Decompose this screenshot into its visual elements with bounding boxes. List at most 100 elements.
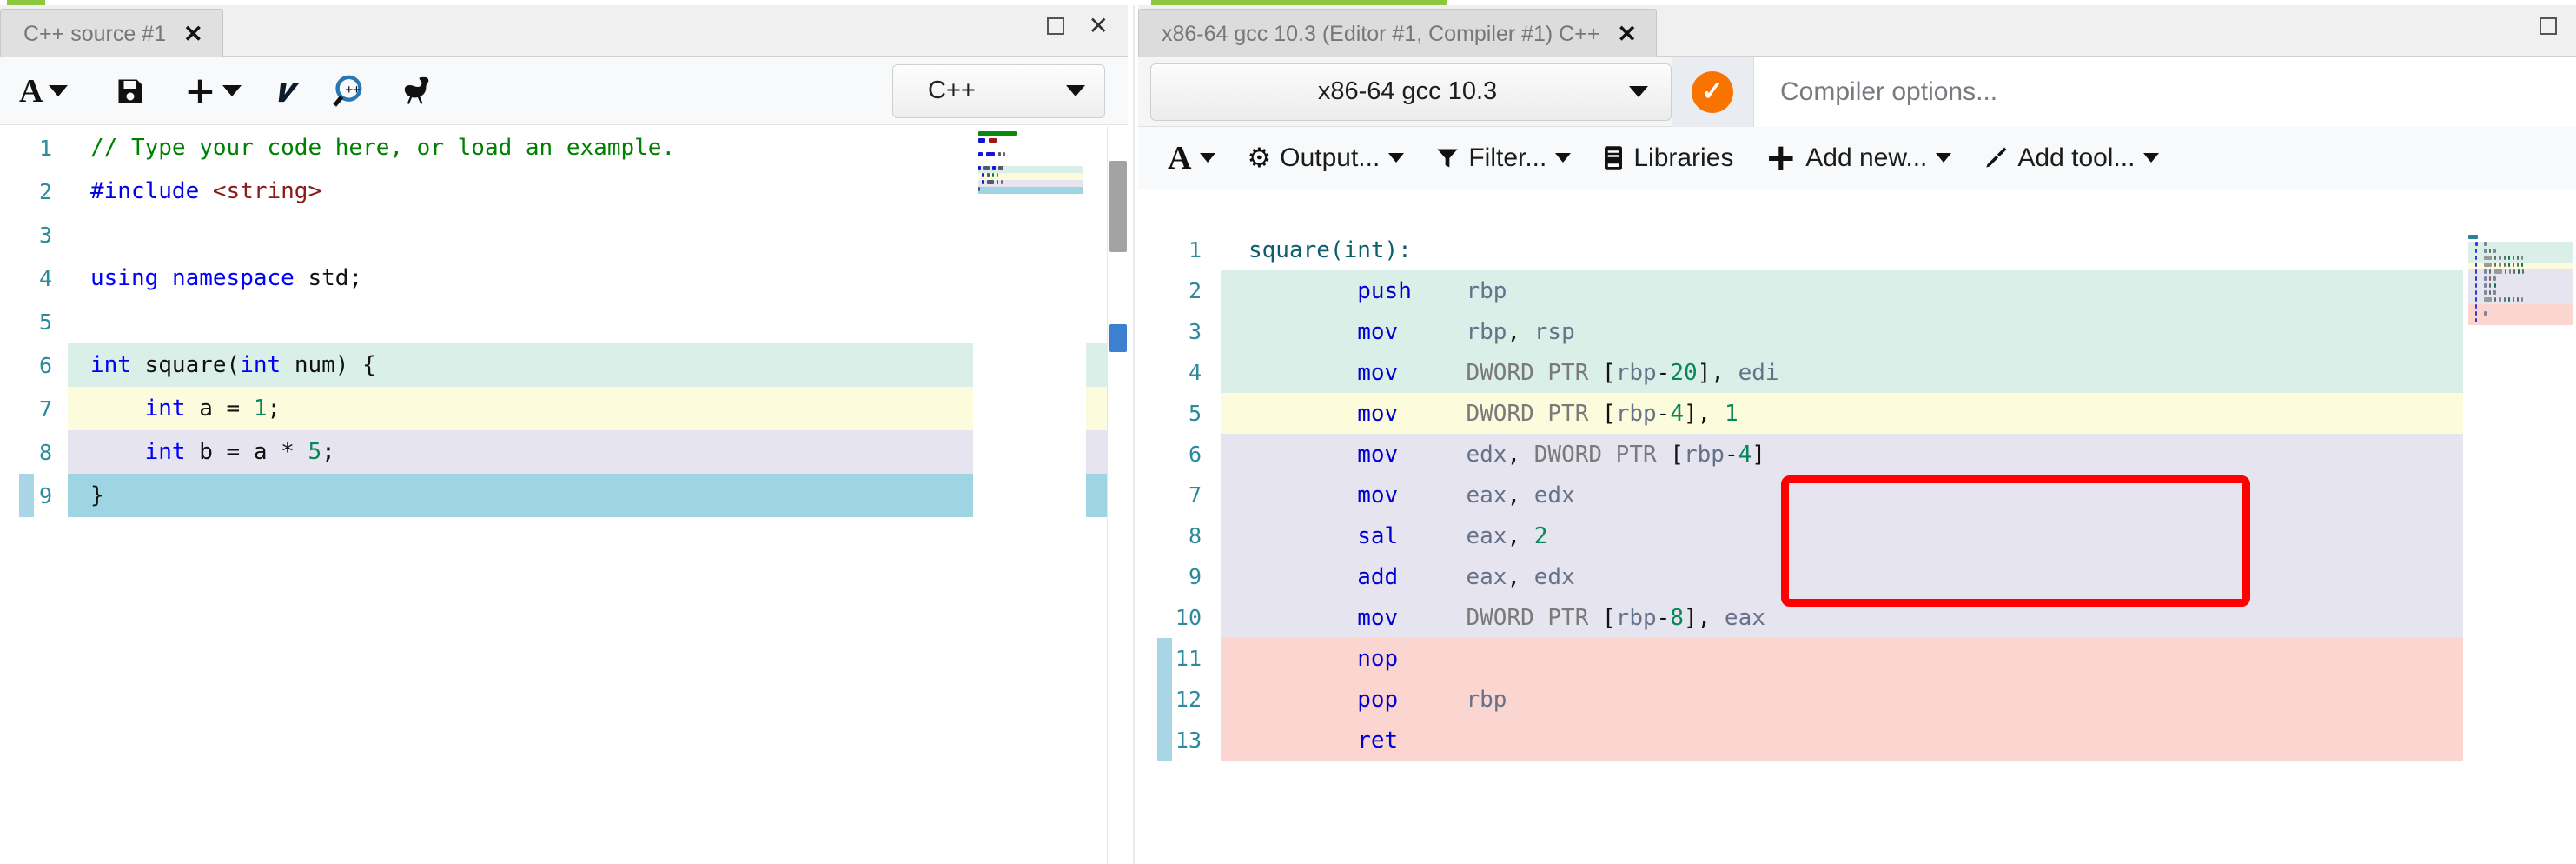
compiler-options-input[interactable] [1753, 56, 2576, 127]
tab-label: C++ source #1 [23, 21, 166, 46]
minimap-token [2522, 269, 2525, 274]
status-badge[interactable]: ✓ [1672, 56, 1753, 127]
code-line[interactable]: 7 int a = 1; [0, 387, 1128, 430]
quickbench-button[interactable] [400, 73, 436, 110]
vim-v-icon: 𝒗 [276, 73, 295, 109]
chevron-down-icon [1555, 153, 1572, 163]
code-line[interactable]: 3 mov rbp, rsp [1138, 311, 2576, 352]
panel-divider[interactable] [1133, 5, 1135, 864]
add-new-button-label: Add new... [1805, 143, 1928, 172]
compiler-selection-row: x86-64 gcc 10.3 ✓ [1138, 56, 2576, 127]
language-select[interactable]: C++ [892, 63, 1105, 118]
minimap-token [2512, 263, 2514, 267]
cppreference-search-button[interactable]: ++ [332, 73, 368, 110]
chevron-down-icon [1200, 153, 1216, 163]
close-icon[interactable]: ✕ [1089, 14, 1109, 38]
assembly-output[interactable]: 1 square(int): 2 push rbp 3 mov rbp, rsp 4 m… [1138, 229, 2576, 864]
scrollbar-marker[interactable] [1109, 324, 1127, 352]
code-line[interactable]: 12 pop rbp [1138, 679, 2576, 720]
maximize-icon[interactable] [2540, 17, 2557, 35]
compiler-select-value: x86-64 gcc 10.3 [1317, 77, 1498, 105]
add-button[interactable]: + [184, 71, 242, 110]
plus-icon: + [1765, 135, 1798, 180]
libraries-button[interactable]: Libraries [1586, 127, 1749, 189]
line-number: 9 [1188, 564, 1202, 589]
line-content: square(int): [1248, 236, 1412, 263]
code-line[interactable]: 4 using namespace std; [0, 256, 1128, 300]
minimap-token [2484, 311, 2487, 316]
code-line[interactable]: 11 nop [1138, 638, 2576, 679]
font-size-button[interactable]: A [1152, 127, 1231, 189]
code-line[interactable]: 2 #include <string> [0, 169, 1128, 213]
tab-compiler-1[interactable]: x86-64 gcc 10.3 (Editor #1, Compiler #1)… [1138, 9, 1658, 58]
line-number: 4 [38, 265, 52, 291]
check-circle-icon: ✓ [1692, 70, 1733, 113]
add-tool-button[interactable]: Add tool... [1967, 127, 2175, 189]
line-number: 1 [38, 135, 52, 161]
save-button[interactable] [115, 76, 146, 107]
line-number: 2 [38, 178, 52, 204]
code-line[interactable]: 6 mov edx, DWORD PTR [rbp-4] [1138, 434, 2576, 475]
code-line[interactable]: 8 int b = a * 5; [0, 430, 1128, 474]
line-content: ret [1357, 727, 1399, 754]
compiler-tabbar: x86-64 gcc 10.3 (Editor #1, Compiler #1)… [1138, 5, 2576, 58]
minimap-token [2498, 263, 2501, 267]
code-line[interactable]: 3 [0, 213, 1128, 256]
editor-toolbar: A + 𝒗 ++ C++ [0, 57, 1128, 125]
minimap-token [978, 166, 982, 170]
line-number: 1 [1188, 237, 1202, 263]
code-line[interactable]: 10 mov DWORD PTR [rbp-8], eax [1138, 597, 2576, 638]
add-new-button[interactable]: + Add new... [1749, 127, 1967, 189]
window-controls: ✕ [1046, 14, 1109, 38]
code-line[interactable]: 13 ret [1138, 720, 2576, 761]
code-line[interactable]: 9 add eax, edx [1138, 556, 2576, 597]
source-editor[interactable]: 1 // Type your code here, or load an exam… [0, 126, 1128, 864]
font-size-button[interactable]: A [19, 75, 69, 108]
tab-cpp-source-1[interactable]: C++ source #1 ✕ [0, 9, 223, 58]
chevron-down-icon [1066, 85, 1085, 96]
scrollbar-thumb[interactable] [1109, 161, 1127, 252]
minimap-token [2513, 269, 2516, 274]
line-number: 11 [1175, 646, 1202, 671]
output-button[interactable]: ⚙ Output... [1231, 127, 1420, 189]
line-content: mov DWORD PTR [rbp-8], eax [1357, 604, 1765, 631]
line-number: 5 [1188, 401, 1202, 426]
minimap-line [2468, 263, 2573, 269]
compiler-select[interactable]: x86-64 gcc 10.3 [1150, 63, 1672, 121]
code-line[interactable]: 6 int square(int num) { [0, 343, 1128, 387]
line-number: 6 [1188, 442, 1202, 467]
close-icon[interactable]: ✕ [1617, 22, 1637, 46]
libraries-button-label: Libraries [1633, 143, 1734, 172]
code-line[interactable]: 5 mov DWORD PTR [rbp-4], 1 [1138, 393, 2576, 434]
code-line[interactable]: 7 mov eax, edx [1138, 475, 2576, 515]
line-number: 7 [38, 395, 52, 422]
magnifier-cpp-icon: ++ [333, 75, 362, 107]
code-line[interactable]: 1 square(int): [1138, 229, 2576, 270]
maximize-icon[interactable] [1046, 17, 1064, 35]
line-number: 10 [1175, 605, 1202, 630]
chevron-down-icon [49, 85, 69, 96]
minimap-token [2507, 263, 2510, 267]
funnel-icon [1437, 149, 1458, 167]
ostrich-icon [404, 76, 429, 104]
minimap-line [2468, 311, 2573, 318]
filter-button[interactable]: Filter... [1420, 127, 1586, 189]
code-line[interactable]: 4 mov DWORD PTR [rbp-20], edi [1138, 352, 2576, 393]
vim-mode-button[interactable]: 𝒗 [276, 75, 294, 107]
code-line[interactable]: 2 push rbp [1138, 270, 2576, 311]
minimap-token [983, 166, 990, 170]
source-code-lines[interactable]: 1 // Type your code here, or load an exam… [0, 126, 1128, 864]
assembly-code-lines[interactable]: 1 square(int): 2 push rbp 3 mov rbp, rsp 4 m… [1138, 229, 2576, 864]
minimap-token [2493, 263, 2496, 267]
minimap-token [2474, 304, 2478, 309]
close-icon[interactable]: ✕ [183, 22, 203, 46]
code-line[interactable]: 9} [0, 474, 1128, 517]
compiler-panel: x86-64 gcc 10.3 (Editor #1, Compiler #1)… [1138, 5, 2576, 864]
code-line[interactable]: 8 sal eax, 2 [1138, 515, 2576, 556]
code-line[interactable]: 5 [0, 300, 1128, 343]
minimap-token [2489, 269, 2492, 274]
editor-panel: C++ source #1 ✕ ✕ A + 𝒗 ++ C++ 1 // Type… [0, 5, 1128, 864]
minimap-line [978, 166, 1083, 173]
code-line[interactable]: 1 // Type your code here, or load an exam… [0, 126, 1128, 169]
line-number: 13 [1175, 728, 1202, 753]
